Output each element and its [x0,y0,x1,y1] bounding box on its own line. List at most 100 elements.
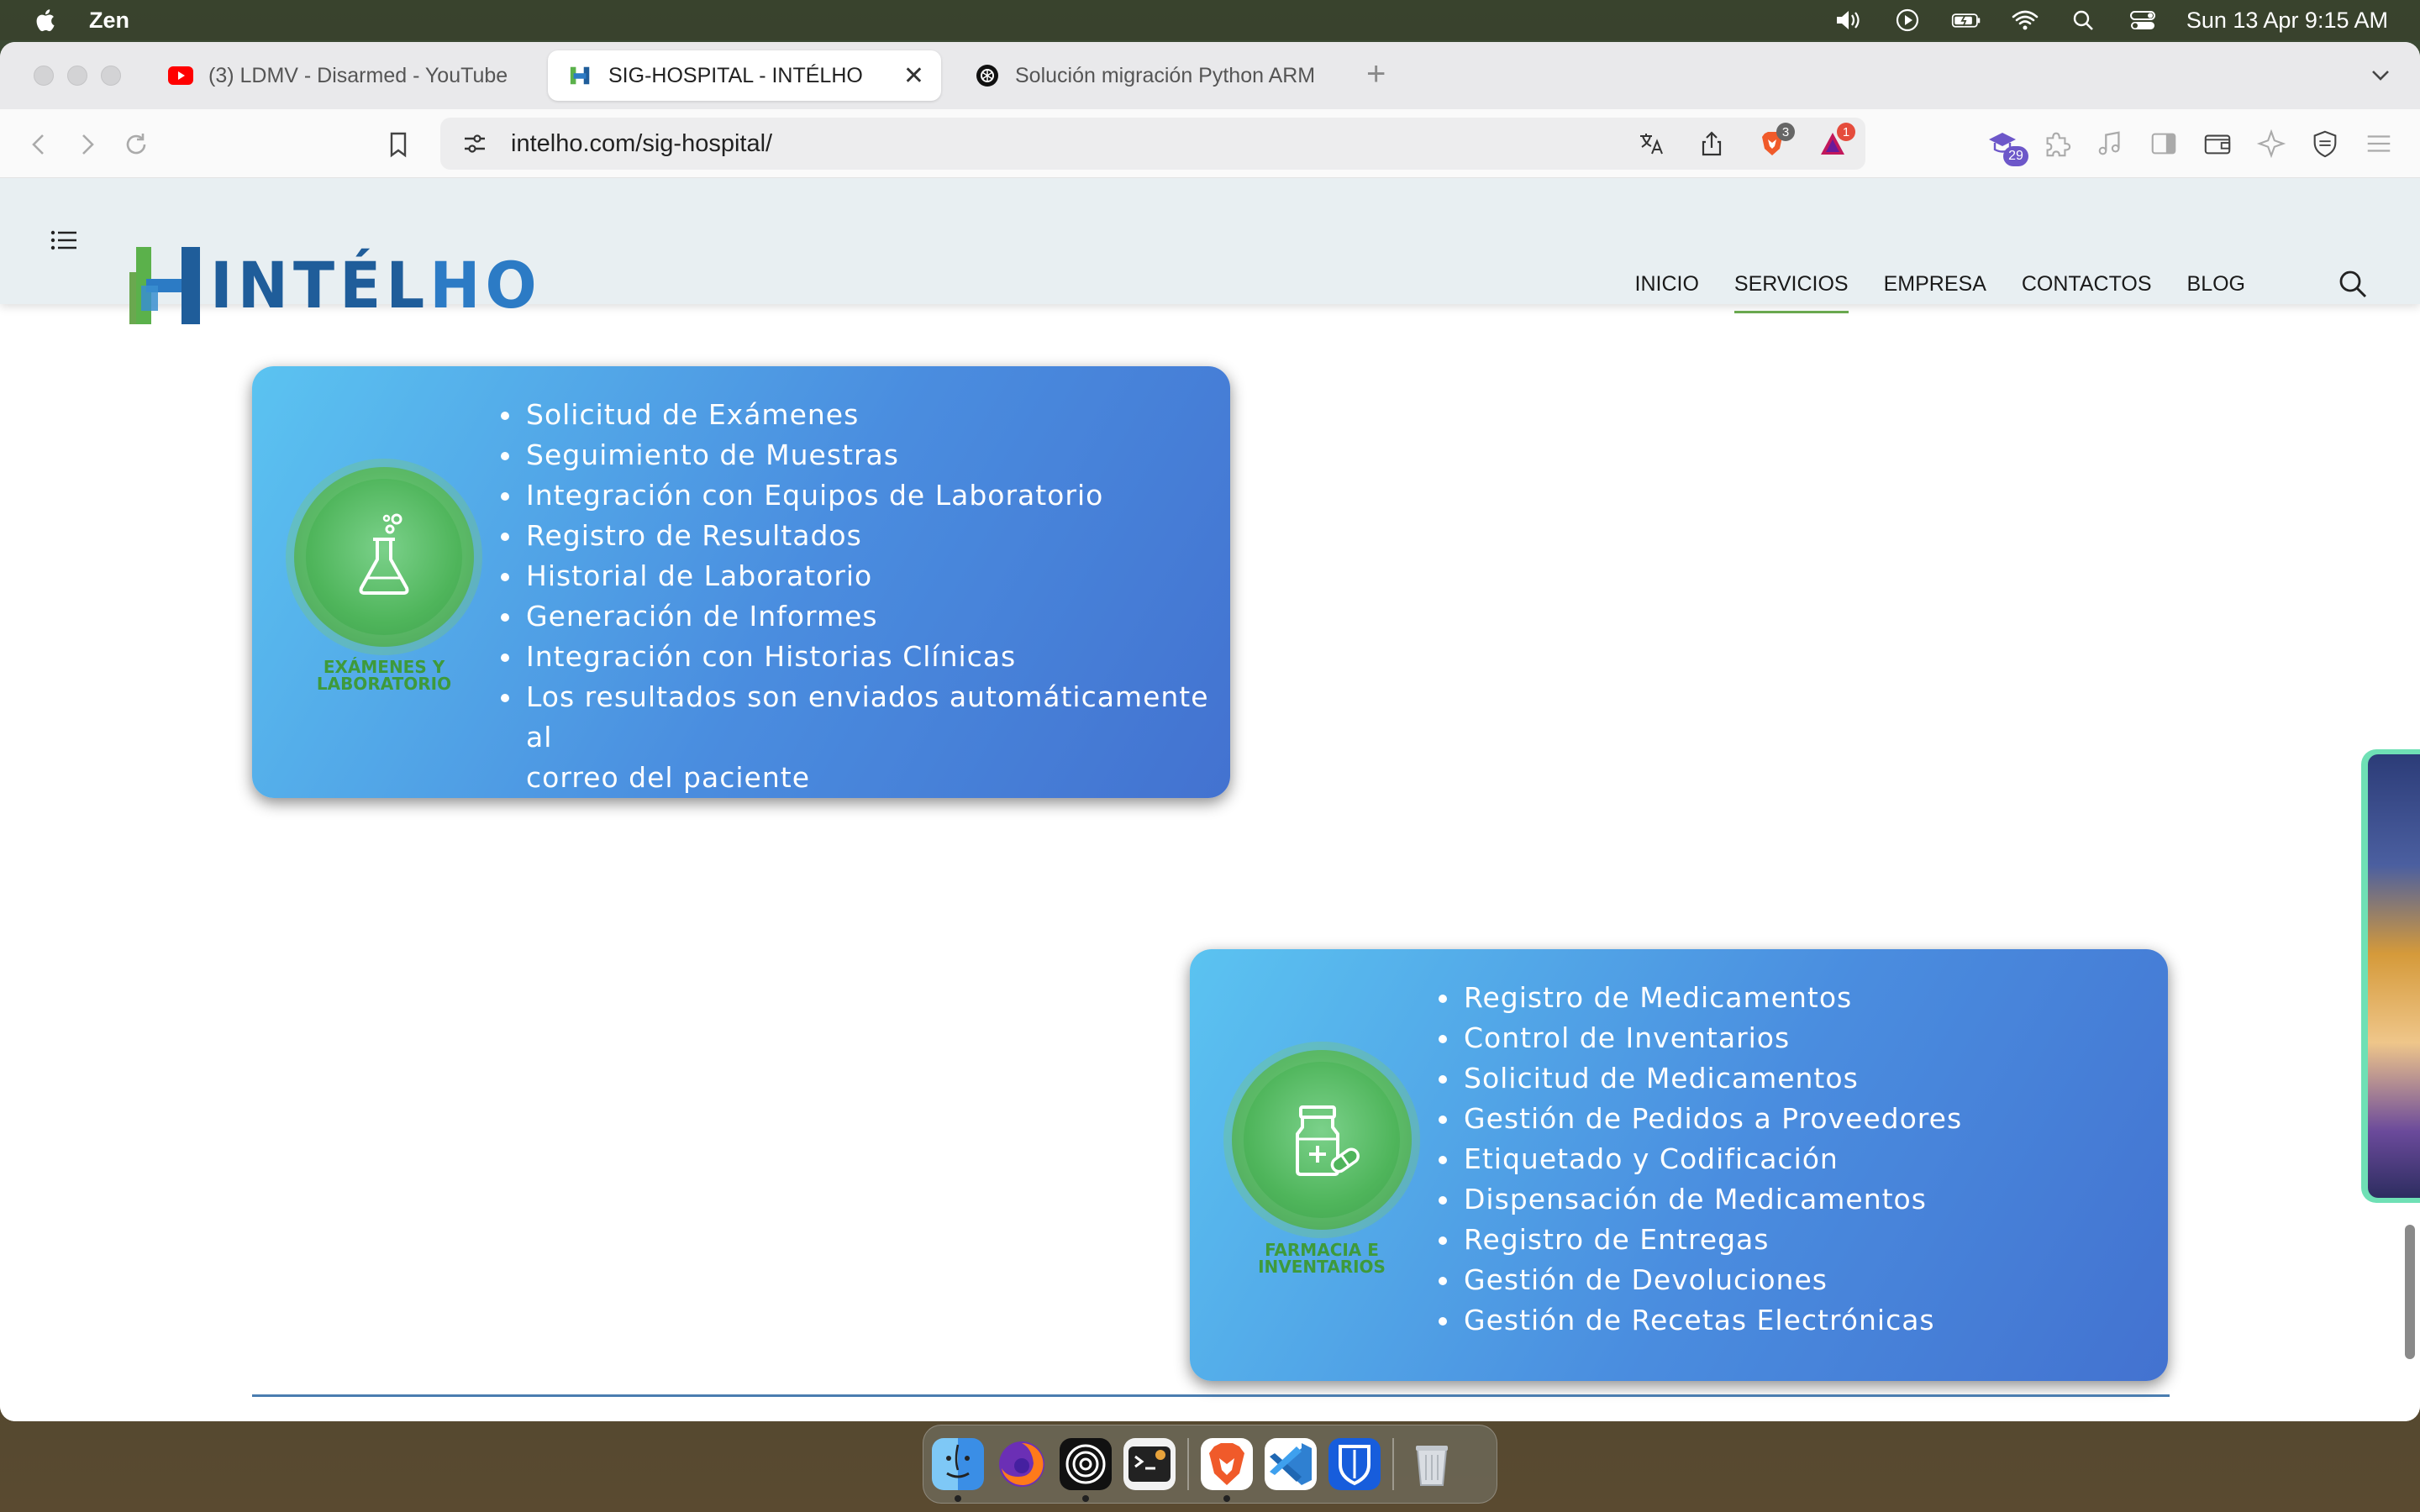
vscode-icon[interactable] [1265,1438,1317,1490]
search-icon[interactable] [2336,267,2370,301]
site-settings-icon[interactable] [460,129,489,158]
logo-text-left: INTÉL [210,248,430,323]
extension-count: 29 [2003,146,2028,166]
sidebar-toggle-icon[interactable] [2148,128,2180,160]
chevron-down-icon[interactable] [2366,60,2395,89]
card-label-line2: LABORATORIO [316,674,452,694]
card-label: EXÁMENES Y LABORATORIO [277,659,491,692]
tab-title: (3) LDMV - Disarmed - YouTube [208,63,508,87]
web-page: INTÉLHO INICIO SERVICIOS EMPRESA CONTACT… [0,178,2420,1421]
graduation-cap-extension-icon[interactable]: 29 [1986,128,2028,166]
list-item: Seguimiento de Muestras [499,435,1230,475]
nav-servicios[interactable]: SERVICIOS [1733,272,1849,313]
site-logo[interactable]: INTÉLHO [129,247,542,324]
card-farmacia-inventarios: FARMACIA E INVENTARIOS Registro de Medic… [1190,949,2168,1381]
close-tab-icon[interactable]: ✕ [903,61,924,91]
list-item: Integración con Equipos de Laboratorio [499,475,1230,516]
video-thumbnail [2368,754,2420,1198]
podcast-icon[interactable] [1060,1438,1112,1502]
trash-icon[interactable] [1406,1438,1458,1490]
back-arrow-icon[interactable] [22,128,55,161]
nav-empresa[interactable]: EMPRESA [1884,272,1986,297]
close-window-button[interactable] [34,66,54,86]
minimize-window-button[interactable] [67,66,87,86]
intelho-logo-mark [129,247,205,324]
list-item: Gestión de Pedidos a Proveedores [1437,1099,1962,1139]
leo-ai-sparkle-icon[interactable] [2255,128,2287,160]
finder-icon[interactable] [932,1438,984,1502]
running-indicator [1223,1495,1230,1502]
play-icon[interactable] [1892,7,1923,34]
nav-blog[interactable]: BLOG [2187,272,2245,297]
menu-bar: Zen Sun 13 Apr 9:15 AM [0,0,2420,40]
share-icon[interactable] [1696,128,1728,160]
battery-icon[interactable] [1951,7,1981,34]
running-indicator [955,1495,961,1502]
apple-icon[interactable] [34,6,59,34]
main-navigation: INICIO SERVICIOS EMPRESA CONTACTOS BLOG [1635,272,2245,313]
list-item: Dispensación de Medicamentos [1437,1179,1962,1220]
list-item: Solicitud de Medicamentos [1437,1058,1962,1099]
list-item-continuation: correo del paciente [526,761,810,794]
hamburger-menu-icon[interactable] [49,225,79,255]
list-item: Registro de Entregas [1437,1220,1962,1260]
reload-icon[interactable] [119,128,153,161]
browser-window: (3) LDMV - Disarmed - YouTube SIG-HOSPIT… [0,42,2420,1421]
youtube-icon [168,63,193,88]
card-label-line1: FARMACIA E [1265,1240,1379,1260]
browser-menu-icon[interactable] [2363,128,2395,160]
address-bar[interactable]: intelho.com/sig-hospital/ 3 1 [440,118,1865,170]
app-name[interactable]: Zen [89,8,129,34]
music-note-icon[interactable] [2094,128,2126,160]
forward-arrow-icon[interactable] [71,128,104,161]
card-label-line1: EXÁMENES Y [323,657,445,677]
new-tab-button[interactable]: + [1366,55,1386,93]
list-item: Gestión de Devoluciones [1437,1260,1962,1300]
nav-contactos[interactable]: CONTACTOS [2022,272,2152,297]
wallet-icon[interactable] [2202,128,2233,160]
card-label-line2: INVENTARIOS [1258,1257,1386,1277]
list-item: Control de Inventarios [1437,1018,1962,1058]
url-text[interactable]: intelho.com/sig-hospital/ [511,130,772,158]
list-item: Etiquetado y Codificación [1437,1139,1962,1179]
brave-shields-icon[interactable]: 3 [1756,123,1795,160]
card-label: FARMACIA E INVENTARIOS [1215,1242,1428,1275]
terminal-icon[interactable] [1123,1438,1176,1490]
flask-icon [294,467,474,647]
translate-icon[interactable] [1635,128,1667,160]
page-scrollbar[interactable] [2405,1225,2415,1359]
zoom-window-button[interactable] [101,66,121,86]
list-item: Gestión de Recetas Electrónicas [1437,1300,1962,1341]
tab-title: Solución migración Python ARM [1015,63,1316,87]
tab-bar: (3) LDMV - Disarmed - YouTube SIG-HOSPIT… [0,42,2420,109]
logo-text-right: HO [429,248,542,323]
puzzle-extensions-icon[interactable] [2040,128,2072,160]
feature-list: Solicitud de Exámenes Seguimiento de Mue… [499,395,1230,798]
list-item: Registro de Medicamentos [1437,978,1962,1018]
dock-separator [1187,1438,1189,1490]
firefox-icon[interactable] [996,1438,1048,1490]
tab-youtube[interactable]: (3) LDMV - Disarmed - YouTube [148,50,534,101]
nav-inicio[interactable]: INICIO [1635,272,1699,297]
brave-rewards-icon[interactable]: 1 [1817,123,1855,160]
vpn-shield-icon[interactable] [2309,128,2341,160]
bitwarden-icon[interactable] [1328,1438,1381,1490]
volume-icon[interactable] [1833,7,1864,34]
tab-openai[interactable]: Solución migración Python ARM [955,50,1349,101]
section-divider [252,1394,2170,1397]
bookmark-icon[interactable] [381,128,415,161]
brave-icon[interactable] [1201,1438,1253,1502]
intelho-icon [568,63,593,88]
floating-video-preview[interactable] [2361,749,2420,1203]
spotlight-search-icon[interactable] [2069,7,2099,34]
dock-separator [1392,1438,1394,1490]
card-examenes-laboratorio: EXÁMENES Y LABORATORIO Solicitud de Exám… [252,366,1230,798]
wifi-icon[interactable] [2010,7,2040,34]
control-center-icon[interactable] [2128,7,2158,34]
tab-sig-hospital[interactable]: SIG-HOSPITAL - INTÉLHO ✕ [548,50,941,101]
menubar-clock[interactable]: Sun 13 Apr 9:15 AM [2186,8,2388,34]
site-header: INTÉLHO INICIO SERVICIOS EMPRESA CONTACT… [0,178,2420,324]
logo-text: INTÉLHO [210,249,542,323]
medicine-bottle-icon [1232,1050,1412,1230]
list-item: Integración con Historias Clínicas [499,637,1230,677]
